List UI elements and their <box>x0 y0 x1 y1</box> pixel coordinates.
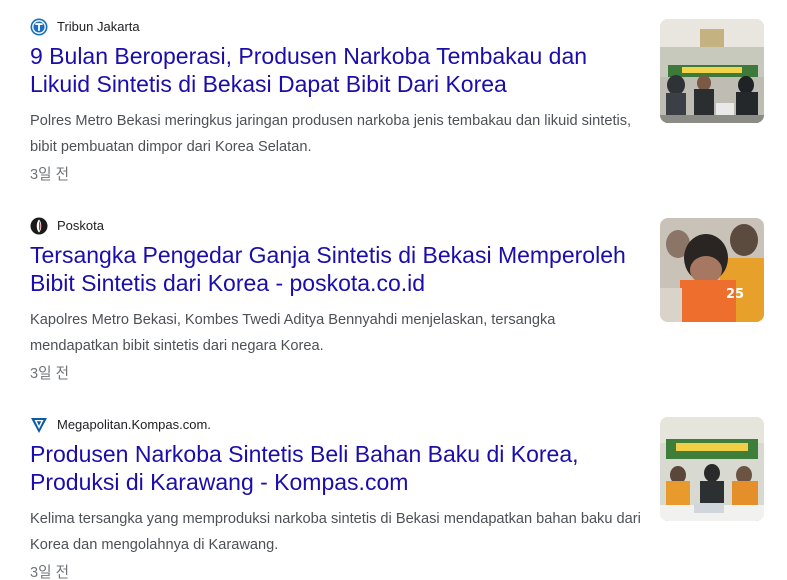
news-results-list: Tribun Jakarta 9 Bulan Beroperasi, Produ… <box>0 0 787 580</box>
article-snippet: Kapolres Metro Bekasi, Kombes Twedi Adit… <box>30 312 556 354</box>
source-row: Tribun Jakarta <box>30 17 140 37</box>
source-name: Tribun Jakarta <box>57 19 140 34</box>
source-name: Megapolitan.Kompas.com. <box>57 417 211 432</box>
news-result-item: Tribun Jakarta 9 Bulan Beroperasi, Produ… <box>0 0 787 200</box>
svg-text:25: 25 <box>726 287 744 302</box>
kompas-logo-icon <box>30 416 48 434</box>
press-conference-thumbnail[interactable] <box>660 417 764 521</box>
article-age: 3일 전 <box>30 167 70 183</box>
tribun-logo-icon <box>30 18 48 36</box>
article-headline-link[interactable]: Tersangka Pengedar Ganja Sintetis di Bek… <box>30 241 650 297</box>
article-age: 3일 전 <box>30 366 70 382</box>
poskota-logo-icon <box>30 217 48 235</box>
press-conference-thumbnail[interactable] <box>660 19 764 123</box>
source-row: Megapolitan.Kompas.com. <box>30 415 211 435</box>
article-headline-link[interactable]: 9 Bulan Beroperasi, Produsen Narkoba Tem… <box>30 42 650 98</box>
article-snippet: Polres Metro Bekasi meringkus jaringan p… <box>30 113 632 155</box>
news-result-item: Poskota Tersangka Pengedar Ganja Sinteti… <box>0 199 787 399</box>
source-name: Poskota <box>57 218 104 233</box>
article-headline-link[interactable]: Produsen Narkoba Sintetis Beli Bahan Bak… <box>30 440 650 496</box>
source-row: Poskota <box>30 216 104 236</box>
article-snippet: Kelima tersangka yang memproduksi narkob… <box>30 511 641 553</box>
suspects-in-orange-shirts-thumbnail[interactable]: 25 <box>660 218 764 322</box>
article-age: 3일 전 <box>30 565 70 580</box>
news-result-item: Megapolitan.Kompas.com. Produsen Narkoba… <box>0 398 787 580</box>
